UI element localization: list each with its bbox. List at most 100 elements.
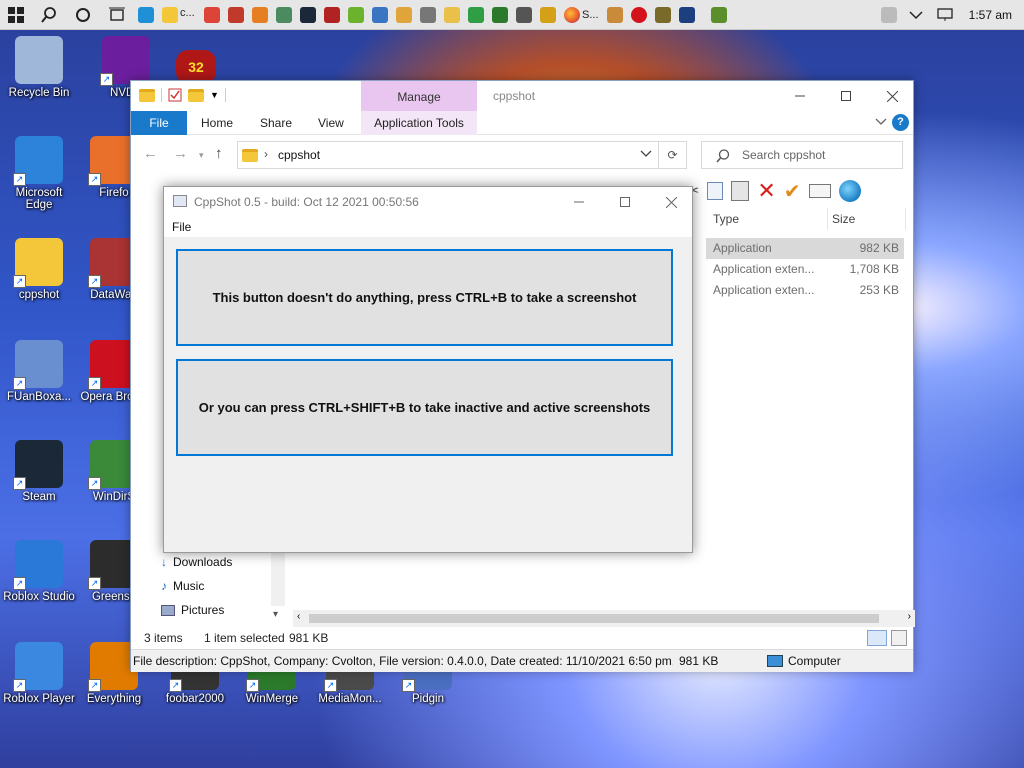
paste-icon[interactable] xyxy=(731,181,750,201)
taskbar-app[interactable] xyxy=(603,0,627,30)
large-icons-view-button[interactable] xyxy=(891,630,907,646)
taskbar-app[interactable] xyxy=(296,0,320,30)
inactive-active-screenshot-button[interactable]: Or you can press CTRL+SHIFT+B to take in… xyxy=(176,359,673,456)
manage-tab[interactable]: Manage xyxy=(361,81,477,111)
tab-application-tools[interactable]: Application Tools xyxy=(361,111,477,135)
taskbar-app[interactable] xyxy=(488,0,512,30)
taskbar-app[interactable] xyxy=(368,0,392,30)
close-button[interactable] xyxy=(869,81,915,111)
opera-icon xyxy=(630,6,647,23)
explorer-title-bar: ▼ Manage cppshot xyxy=(131,81,913,111)
tab-file[interactable]: File xyxy=(131,111,187,135)
taskbar-app[interactable] xyxy=(651,0,675,30)
minimize-button[interactable] xyxy=(777,81,823,111)
customize-qa-icon[interactable]: ▼ xyxy=(210,90,219,100)
help-icon[interactable]: ? xyxy=(892,114,909,131)
taskbar-app[interactable] xyxy=(272,0,296,30)
item-count: 3 items xyxy=(144,631,183,645)
desktop-icon[interactable]: ↗ Steam xyxy=(1,440,77,503)
maximize-button[interactable] xyxy=(602,187,648,217)
taskbar-app[interactable] xyxy=(134,0,158,30)
task-view-button[interactable] xyxy=(100,0,134,30)
tab-home[interactable]: Home xyxy=(201,111,233,135)
recent-locations-button[interactable]: ▾ xyxy=(199,150,204,161)
start-button[interactable] xyxy=(0,0,32,30)
desktop-icon[interactable]: ↗ cppshot xyxy=(1,238,77,301)
taskbar-app[interactable] xyxy=(707,0,731,30)
screenshot-info-button[interactable]: This button doesn't do anything, press C… xyxy=(176,249,673,346)
app-icon: ↗ xyxy=(13,642,63,692)
desktop-icon[interactable]: ↗ Roblox Studio xyxy=(1,540,77,603)
cortana-button[interactable] xyxy=(66,0,100,30)
taskbar-app[interactable] xyxy=(440,0,464,30)
status-bar: 3 items 1 item selected 981 KB xyxy=(131,627,913,649)
scrollbar-thumb[interactable] xyxy=(309,614,879,623)
rename-icon[interactable] xyxy=(808,184,831,198)
close-button[interactable] xyxy=(648,187,694,217)
tab-share[interactable]: Share xyxy=(260,111,292,135)
menu-file[interactable]: File xyxy=(172,220,191,234)
taskbar-app[interactable] xyxy=(675,0,699,30)
taskbar-app[interactable] xyxy=(224,0,248,30)
chevron-down-icon[interactable] xyxy=(640,147,652,161)
show-hidden-icons-button[interactable] xyxy=(901,0,931,30)
scroll-left-icon[interactable]: ‹ xyxy=(297,611,300,622)
properties-icon[interactable] xyxy=(168,88,182,102)
taskbar-app[interactable] xyxy=(512,0,536,30)
desktop-icon[interactable]: ↗ Microsoft Edge xyxy=(1,136,77,211)
file-row[interactable]: Application 982 KB xyxy=(706,238,904,259)
scroll-right-icon[interactable]: › xyxy=(908,611,911,622)
taskbar-app[interactable] xyxy=(416,0,440,30)
expand-ribbon-button[interactable] xyxy=(875,115,887,129)
taskbar-app[interactable] xyxy=(200,0,224,30)
nav-item-pictures[interactable]: Pictures xyxy=(161,603,224,617)
nav-scroll-down-button[interactable]: ▾ xyxy=(273,609,278,620)
details-view-button[interactable] xyxy=(867,630,887,646)
folder-icon[interactable] xyxy=(139,88,155,102)
desktop-icon[interactable]: ↗ Roblox Player xyxy=(1,642,77,705)
taskbar-app[interactable] xyxy=(344,0,368,30)
maximize-button[interactable] xyxy=(823,81,869,111)
check-icon[interactable]: ✔ xyxy=(784,179,801,204)
desktop-icon[interactable]: Recycle Bin xyxy=(1,36,77,99)
search-button[interactable] xyxy=(32,0,66,30)
up-button[interactable]: ↑ xyxy=(215,145,223,162)
pea-icon xyxy=(348,6,364,23)
new-folder-icon[interactable] xyxy=(188,88,204,102)
desktop-icon-label: Everything xyxy=(86,693,142,705)
horizontal-scrollbar[interactable]: ‹ › xyxy=(293,610,915,627)
column-header-size[interactable]: Size xyxy=(832,208,906,230)
taskbar-clock[interactable]: 1:57 am xyxy=(959,8,1024,22)
taskbar-app[interactable] xyxy=(536,0,560,30)
copy-icon[interactable] xyxy=(707,182,724,200)
refresh-button[interactable]: ⟳ xyxy=(659,141,687,169)
pen-icon xyxy=(540,6,556,23)
nav-item-downloads[interactable]: ↓ Downloads xyxy=(161,555,232,569)
file-row[interactable]: Application exten... 1,708 KB xyxy=(706,259,904,280)
delete-icon[interactable]: ✕ xyxy=(757,178,775,204)
app-icon: ↗ xyxy=(13,238,63,288)
back-button[interactable]: ← xyxy=(143,145,158,162)
taskbar-app[interactable]: c... xyxy=(158,0,200,30)
address-bar[interactable]: › cppshot xyxy=(237,141,659,169)
taskbar-app[interactable] xyxy=(464,0,488,30)
file-row[interactable]: Application exten... 253 KB xyxy=(706,280,904,301)
taskbar-app[interactable] xyxy=(627,0,651,30)
desktop-icon[interactable]: ↗ FUanBoxa... xyxy=(1,340,77,403)
taskbar-app[interactable] xyxy=(320,0,344,30)
taskbar-firefox-button[interactable]: S... xyxy=(560,0,603,30)
location-text: Computer xyxy=(788,654,841,668)
taskbar-app[interactable] xyxy=(248,0,272,30)
forward-button[interactable]: → xyxy=(173,145,188,162)
taskbar-app[interactable] xyxy=(392,0,416,30)
tab-view[interactable]: View xyxy=(318,111,344,135)
globe-icon[interactable] xyxy=(838,180,861,202)
network-tray-button[interactable] xyxy=(931,0,959,30)
tray-app[interactable] xyxy=(877,0,901,30)
taskbar-firefox-label: S... xyxy=(582,8,599,21)
app-badge[interactable]: 32 xyxy=(176,50,216,84)
minimize-button[interactable] xyxy=(556,187,602,217)
search-box[interactable]: Search cppshot xyxy=(701,141,903,169)
column-header-type[interactable]: Type xyxy=(713,208,828,230)
nav-item-music[interactable]: ♪ Music xyxy=(161,579,204,593)
